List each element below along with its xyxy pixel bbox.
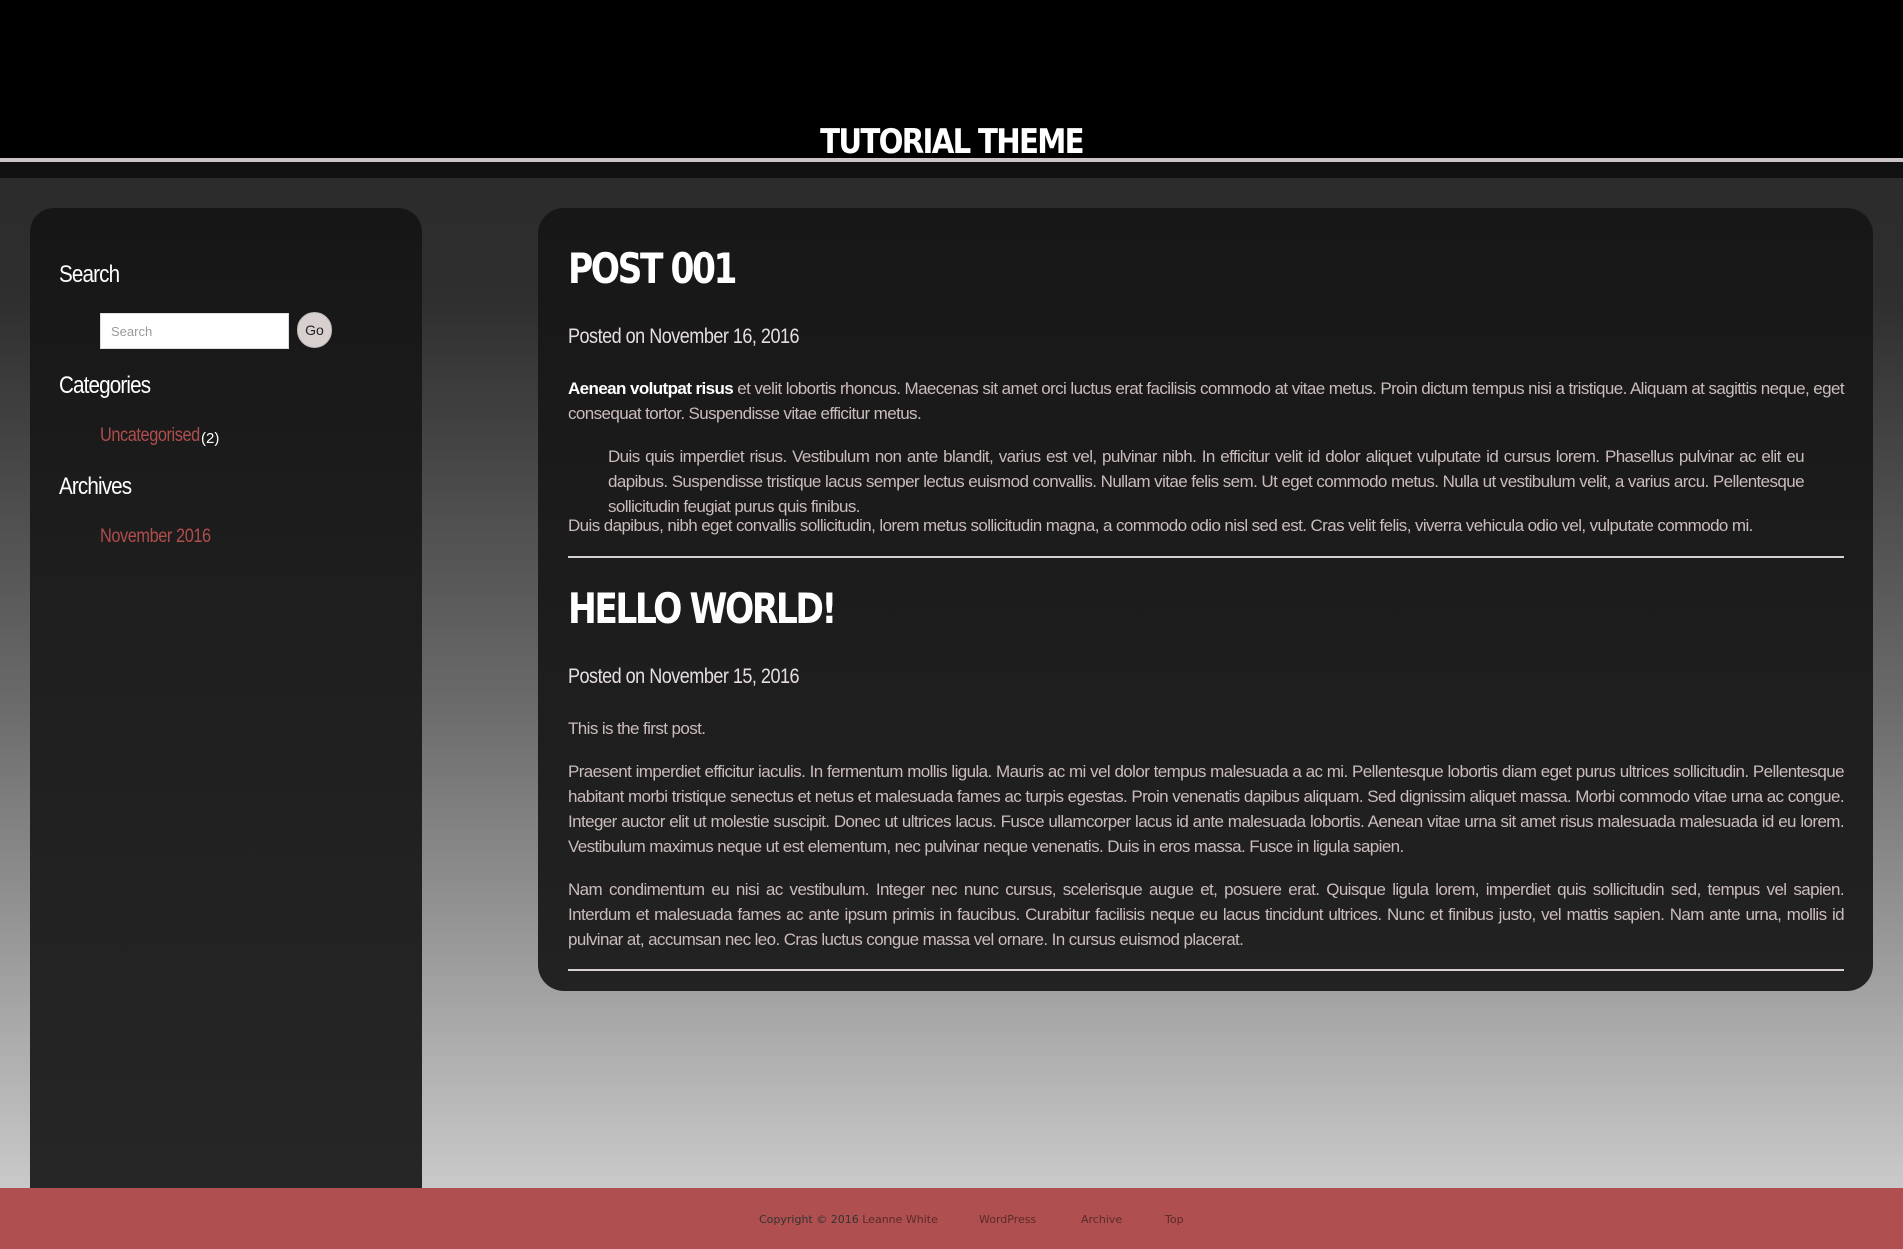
post-paragraph: This is the first post. [568,719,706,738]
footer-copyright: Copyright © 2016 Leanne White [759,1213,938,1226]
search-widget-title: Search [59,261,120,288]
footer-link-archive[interactable]: Archive [1081,1213,1122,1226]
post-lead-bold: Aenean volutpat risus [568,379,734,398]
post-divider [568,969,1844,971]
site-title[interactable]: TUTORIAL THEME [133,122,1770,162]
archive-link-november-2016[interactable]: November 2016 [100,526,211,548]
category-count: (2) [201,430,220,447]
footer-link-top[interactable]: Top [1165,1213,1184,1226]
categories-widget-title: Categories [59,372,151,399]
search-go-button[interactable]: Go [297,312,332,348]
post-meta-date: Posted on November 15, 2016 [568,665,800,688]
post-paragraph: Praesent imperdiet efficitur iaculis. In… [568,762,1845,856]
footer-link-wordpress[interactable]: WordPress [979,1213,1036,1226]
post-lead-text: et velit lobortis rhoncus. Maecenas sit … [568,379,1845,423]
search-input[interactable] [100,313,289,349]
header-shadow [0,162,1903,178]
category-link-uncategorised[interactable]: Uncategorised [100,425,200,447]
post-title-hello-world[interactable]: HELLO WORLD! [568,584,837,633]
post-blockquote: Duis quis imperdiet risus. Vestibulum no… [608,447,1805,516]
post-paragraph: Nam condimentum eu nisi ac vestibulum. I… [568,880,1845,949]
footer-author-link[interactable]: Leanne White [862,1213,938,1226]
post-meta-date: Posted on November 16, 2016 [568,325,800,348]
archives-widget-title: Archives [59,473,132,500]
sidebar [30,208,422,1188]
post-paragraph: Duis dapibus, nibh eget convallis sollic… [568,516,1753,535]
post-title-post-001[interactable]: POST 001 [568,244,737,293]
post-divider [568,556,1844,558]
site-footer [0,1188,1903,1249]
copyright-text: Copyright © 2016 [759,1213,859,1226]
post-paragraph: Aenean volutpat risus et velit lobortis … [568,376,1845,426]
